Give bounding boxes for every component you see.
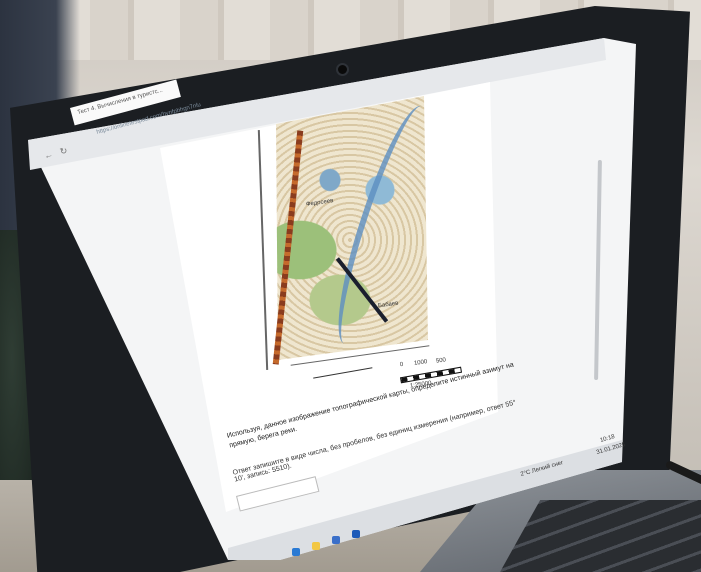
store-icon[interactable] <box>332 536 340 544</box>
edge-icon[interactable] <box>292 548 300 556</box>
file-explorer-icon[interactable] <box>312 542 320 550</box>
app-icon[interactable] <box>352 530 360 538</box>
scale-label-0: 0 <box>399 361 404 369</box>
